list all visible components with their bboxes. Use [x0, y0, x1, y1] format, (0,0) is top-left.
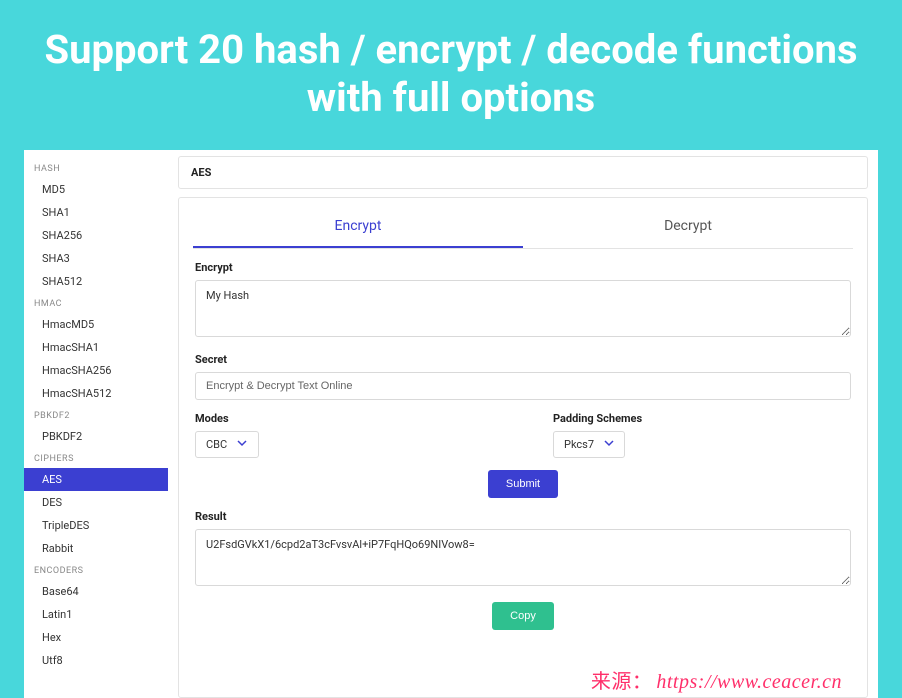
tab-encrypt[interactable]: Encrypt: [193, 208, 523, 248]
watermark-label: 来源：: [591, 671, 653, 693]
sidebar-item-hex[interactable]: Hex: [24, 626, 168, 649]
sidebar-section-label: HASH: [24, 158, 168, 178]
secret-section: Secret: [195, 353, 851, 400]
padding-section: Padding Schemes Pkcs7: [553, 412, 851, 458]
cipher-card: Encrypt Decrypt Encrypt My Hash Secret M…: [178, 197, 868, 698]
result-output[interactable]: U2FsdGVkX1/6cpd2aT3cFvsvAl+iP7FqHQo69NIV…: [195, 529, 851, 586]
modes-section: Modes CBC: [195, 412, 493, 458]
copy-button[interactable]: Copy: [492, 602, 554, 630]
sidebar-section-label: CIPHERS: [24, 448, 168, 468]
sidebar-item-sha1[interactable]: SHA1: [24, 201, 168, 224]
app-shell: HASHMD5SHA1SHA256SHA3SHA512HMACHmacMD5Hm…: [24, 150, 878, 698]
secret-input[interactable]: [195, 372, 851, 400]
result-section: Result U2FsdGVkX1/6cpd2aT3cFvsvAl+iP7FqH…: [195, 510, 851, 590]
sidebar-item-sha256[interactable]: SHA256: [24, 224, 168, 247]
sidebar-item-sha3[interactable]: SHA3: [24, 247, 168, 270]
modes-selected: CBC: [206, 438, 227, 451]
sidebar-item-hmacsha512[interactable]: HmacSHA512: [24, 382, 168, 405]
encrypt-section: Encrypt My Hash: [195, 261, 851, 341]
sidebar-section-label: ENCODERS: [24, 560, 168, 580]
copy-row: Copy: [195, 602, 851, 630]
sidebar: HASHMD5SHA1SHA256SHA3SHA512HMACHmacMD5Hm…: [24, 150, 168, 698]
watermark: 来源：https://www.ceacer.cn: [591, 665, 842, 694]
sidebar-item-latin1[interactable]: Latin1: [24, 603, 168, 626]
sidebar-item-hmacsha1[interactable]: HmacSHA1: [24, 336, 168, 359]
sidebar-item-utf8[interactable]: Utf8: [24, 649, 168, 672]
sidebar-item-pbkdf2[interactable]: PBKDF2: [24, 425, 168, 448]
encrypt-input[interactable]: My Hash: [195, 280, 851, 337]
sidebar-section-label: PBKDF2: [24, 405, 168, 425]
chevron-down-icon: [237, 438, 247, 451]
submit-row: Submit: [195, 470, 851, 498]
sidebar-item-base64[interactable]: Base64: [24, 580, 168, 603]
sidebar-item-rabbit[interactable]: Rabbit: [24, 537, 168, 560]
padding-label: Padding Schemes: [553, 412, 851, 425]
options-row: Modes CBC Padding Schemes Pkcs7: [195, 412, 851, 458]
sidebar-item-sha512[interactable]: SHA512: [24, 270, 168, 293]
sidebar-item-hmacsha256[interactable]: HmacSHA256: [24, 359, 168, 382]
sidebar-section-label: HMAC: [24, 293, 168, 313]
sidebar-item-tripledes[interactable]: TripleDES: [24, 514, 168, 537]
result-label: Result: [195, 510, 851, 523]
banner-title: Support 20 hash / encrypt / decode funct…: [20, 26, 882, 122]
sidebar-item-md5[interactable]: MD5: [24, 178, 168, 201]
chevron-down-icon: [604, 438, 614, 451]
tab-decrypt[interactable]: Decrypt: [523, 208, 853, 248]
secret-label: Secret: [195, 353, 851, 366]
sidebar-item-hmacmd5[interactable]: HmacMD5: [24, 313, 168, 336]
page-title: AES: [178, 156, 868, 189]
promo-banner: Support 20 hash / encrypt / decode funct…: [0, 0, 902, 150]
tab-bar: Encrypt Decrypt: [179, 198, 867, 248]
modes-label: Modes: [195, 412, 493, 425]
submit-button[interactable]: Submit: [488, 470, 558, 498]
main-panel: AES Encrypt Decrypt Encrypt My Hash Secr…: [168, 150, 878, 698]
padding-select[interactable]: Pkcs7: [553, 431, 625, 458]
form-body: Encrypt My Hash Secret Modes CBC: [179, 249, 867, 697]
watermark-url: https://www.ceacer.cn: [656, 671, 842, 693]
encrypt-label: Encrypt: [195, 261, 851, 274]
sidebar-item-aes[interactable]: AES: [24, 468, 168, 491]
padding-selected: Pkcs7: [564, 438, 594, 451]
sidebar-item-des[interactable]: DES: [24, 491, 168, 514]
modes-select[interactable]: CBC: [195, 431, 259, 458]
